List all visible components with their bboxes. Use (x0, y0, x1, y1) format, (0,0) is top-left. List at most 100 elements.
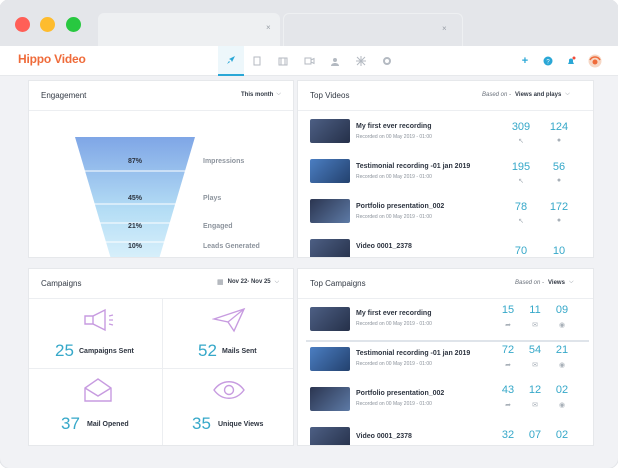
close-window-button[interactable] (15, 17, 30, 32)
open-mail-icon (84, 378, 112, 402)
video-row[interactable]: Video 0001_2378 70 10 (298, 231, 593, 257)
video-date: Recorded on 00 May 2019 - 01:00 (356, 174, 432, 180)
campaign-date: Recorded on 00 May 2019 - 01:00 (356, 361, 432, 367)
views-count: 309 (511, 121, 531, 133)
engagement-filter[interactable]: This month ⌵ (241, 91, 281, 98)
cursor-icon: ↖ (518, 218, 524, 225)
engagement-panel: Engagement This month ⌵ 87% Impressions … (28, 80, 294, 258)
funnel-engaged-pct: 21% (127, 223, 142, 230)
calendar-icon: ▦ (217, 279, 224, 286)
video-date: Recorded on 00 May 2019 - 01:00 (356, 214, 432, 220)
campaigns-sent-card: 25 Campaigns Sent (29, 299, 162, 368)
top-videos-list: My first ever recording Recorded on 00 M… (298, 111, 593, 257)
video-row[interactable]: Testimonial recording -01 jan 2019 Recor… (298, 151, 593, 191)
campaign-title: Portfolio presentation_002 (356, 390, 445, 397)
funnel-impressions-label: Impressions (203, 158, 245, 165)
tab-close-icon[interactable]: × (266, 23, 271, 32)
campaign-row[interactable]: Portfolio presentation_002 Recorded on 0… (298, 379, 593, 419)
campaign-row[interactable]: My first ever recording Recorded on 00 M… (298, 299, 593, 339)
campaigns-sent-label: Campaigns Sent (79, 348, 134, 355)
avatar[interactable] (582, 46, 608, 76)
funnel-leads-label: Leads Generated (203, 243, 260, 250)
nav-users-icon[interactable] (322, 46, 348, 76)
video-thumbnail[interactable] (310, 239, 350, 257)
nav-rocket-icon[interactable] (218, 46, 244, 76)
top-campaigns-panel: Top Campaigns Based on - Views ⌵ My firs… (297, 268, 594, 446)
minimize-window-button[interactable] (40, 17, 55, 32)
plays-count: 10 (552, 245, 566, 257)
campaign-row[interactable]: Video 0001_2378 32 07 02 (298, 419, 593, 445)
views-count: 70 (514, 245, 528, 257)
top-campaigns-list: My first ever recording Recorded on 00 M… (298, 299, 593, 445)
tab-close-icon[interactable]: × (442, 24, 447, 33)
engagement-title: Engagement (41, 91, 87, 100)
video-title: Video 0001_2378 (356, 243, 412, 250)
video-row[interactable]: My first ever recording Recorded on 00 M… (298, 111, 593, 151)
video-thumbnail[interactable] (310, 387, 350, 411)
mails-sent-card: 52 Mails Sent (162, 299, 293, 368)
unique-views-label: Unique Views (218, 421, 264, 428)
video-thumbnail[interactable] (310, 119, 350, 143)
browser-tab-2[interactable]: × (283, 13, 463, 46)
views-count: 02 (555, 384, 569, 396)
nav-document-icon[interactable] (244, 46, 270, 76)
video-date: Recorded on 00 May 2019 - 01:00 (356, 134, 432, 140)
chevron-down-icon: ⌵ (568, 279, 574, 285)
user-icon: ● (556, 137, 562, 144)
views-count: 09 (555, 304, 569, 316)
date-range-picker[interactable]: ▦ Nov 22- Nov 25 ⌵ (217, 278, 280, 287)
funnel-plays-label: Plays (203, 195, 222, 202)
user-icon: ● (556, 217, 562, 224)
cursor-icon: ↖ (518, 178, 524, 185)
video-row[interactable]: Portfolio presentation_002 Recorded on 0… (298, 191, 593, 231)
campaign-row[interactable]: Testimonial recording -01 jan 2019 Recor… (298, 339, 593, 379)
nav-gear-icon[interactable] (374, 46, 400, 76)
mail-opened-count: 37 (61, 414, 80, 433)
app-logo[interactable]: Hippo Video (18, 52, 86, 66)
campaigns-sent-count: 25 (55, 341, 74, 360)
chevron-down-icon: ⌵ (276, 91, 281, 97)
campaign-date: Recorded on 00 May 2019 - 01:00 (356, 401, 432, 407)
video-thumbnail[interactable] (310, 347, 350, 371)
video-thumbnail[interactable] (310, 159, 350, 183)
top-videos-panel: Top Videos Based on - Views and plays ⌵ … (297, 80, 594, 258)
browser-tab-1[interactable]: × (98, 13, 280, 46)
video-thumbnail[interactable] (310, 427, 350, 445)
browser-window: × × Hippo Video + ? Engagement This mont… (0, 0, 618, 468)
top-videos-sort[interactable]: Based on - Views and plays ⌵ (482, 91, 570, 98)
top-campaigns-title: Top Campaigns (310, 279, 366, 288)
video-title: Portfolio presentation_002 (356, 203, 445, 210)
browser-chrome: × × (0, 0, 618, 46)
eye-icon: ◉ (558, 322, 566, 329)
nav-puzzle-icon[interactable] (348, 46, 374, 76)
bell-icon[interactable] (558, 46, 584, 76)
funnel-impressions-pct: 87% (127, 158, 142, 165)
top-campaigns-sort[interactable]: Based on - Views ⌵ (515, 279, 574, 286)
megaphone-icon (84, 308, 114, 332)
top-videos-title: Top Videos (310, 91, 350, 100)
eye-icon: ◉ (558, 362, 566, 369)
app-navbar: Hippo Video + ? (0, 46, 618, 76)
chevron-down-icon: ⌵ (565, 91, 570, 97)
views-count: 21 (555, 344, 569, 356)
unique-views-card: 35 Unique Views (162, 369, 293, 445)
video-title: My first ever recording (356, 123, 432, 130)
chevron-down-icon: ⌵ (274, 278, 280, 285)
nav-video-camera-icon[interactable] (296, 46, 322, 76)
eye-icon (213, 381, 245, 399)
campaign-title: Video 0001_2378 (356, 433, 412, 440)
mail-opened-label: Mail Opened (87, 421, 129, 428)
views-count: 78 (514, 201, 528, 213)
funnel-leads-pct: 10% (127, 243, 142, 250)
eye-icon: ◉ (558, 402, 566, 409)
plays-count: 172 (549, 201, 569, 213)
video-thumbnail[interactable] (310, 307, 350, 331)
campaign-title: Testimonial recording -01 jan 2019 (356, 350, 471, 357)
funnel-engaged-label: Engaged (203, 223, 233, 230)
nav-film-icon[interactable] (270, 46, 296, 76)
maximize-window-button[interactable] (66, 17, 81, 32)
user-icon: ● (556, 177, 562, 184)
campaigns-title: Campaigns (41, 279, 82, 288)
video-thumbnail[interactable] (310, 199, 350, 223)
paper-plane-icon (212, 307, 246, 333)
